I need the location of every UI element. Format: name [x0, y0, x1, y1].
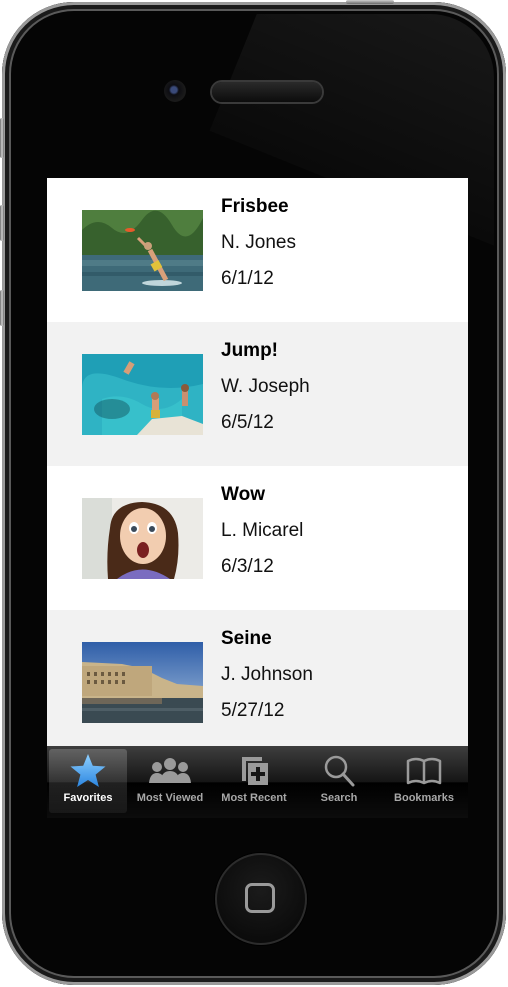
- tab-favorites[interactable]: Favorites: [49, 749, 127, 813]
- item-title: Frisbee: [221, 196, 289, 217]
- tab-most-recent[interactable]: Most Recent: [213, 749, 295, 813]
- search-icon: [324, 755, 355, 787]
- thumbnail-image: [82, 642, 203, 723]
- item-text: Frisbee N. Jones 6/1/12: [221, 196, 296, 304]
- tab-most-viewed[interactable]: Most Viewed: [129, 749, 211, 813]
- add-document-icon: [242, 757, 268, 785]
- book-icon: [406, 757, 442, 785]
- front-camera: [164, 80, 186, 102]
- thumbnail-image: [82, 354, 203, 435]
- volume-down-button: [0, 290, 4, 326]
- home-button[interactable]: [215, 853, 307, 945]
- item-text: Jump! W. Joseph 6/5/12: [221, 340, 310, 448]
- list-item[interactable]: Frisbee N. Jones 6/1/12: [47, 178, 468, 322]
- item-title: Wow: [221, 484, 265, 505]
- item-author: N. Jones: [221, 232, 296, 253]
- tab-label: Favorites: [63, 792, 113, 804]
- item-text: Wow L. Micarel 6/3/12: [221, 484, 303, 592]
- item-date: 6/5/12: [221, 412, 274, 433]
- tab-search[interactable]: Search: [299, 749, 379, 813]
- star-icon: [70, 754, 106, 787]
- item-text: Seine J. Johnson 5/27/12: [221, 628, 313, 736]
- item-date: 6/1/12: [221, 268, 274, 289]
- tab-label: Bookmarks: [394, 792, 454, 804]
- tab-label: Most Recent: [221, 792, 287, 804]
- list-item[interactable]: Jump! W. Joseph 6/5/12: [47, 322, 468, 466]
- item-title: Jump!: [221, 340, 278, 361]
- home-square-icon: [245, 883, 275, 913]
- power-button: [346, 0, 394, 4]
- volume-up-button: [0, 205, 4, 241]
- mute-switch: [0, 118, 4, 158]
- thumbnail-image: [82, 498, 203, 579]
- item-date: 6/3/12: [221, 556, 274, 577]
- item-author: W. Joseph: [221, 376, 310, 397]
- tab-label: Most Viewed: [136, 792, 204, 804]
- tab-label: Search: [320, 792, 358, 804]
- item-date: 5/27/12: [221, 700, 285, 721]
- thumbnail-image: [82, 210, 203, 291]
- list-item[interactable]: Wow L. Micarel 6/3/12: [47, 466, 468, 610]
- item-title: Seine: [221, 628, 272, 649]
- screen: Frisbee N. Jones 6/1/12 Jump! W. Joseph …: [47, 178, 468, 818]
- tab-bookmarks[interactable]: Bookmarks: [383, 749, 465, 813]
- earpiece-speaker: [212, 82, 322, 102]
- list-item[interactable]: Seine J. Johnson 5/27/12: [47, 610, 468, 754]
- item-author: L. Micarel: [221, 520, 304, 541]
- people-icon: [149, 758, 191, 783]
- item-author: J. Johnson: [221, 664, 313, 685]
- tab-bar: Favorites Most Viewed Most Recent Search…: [47, 746, 468, 818]
